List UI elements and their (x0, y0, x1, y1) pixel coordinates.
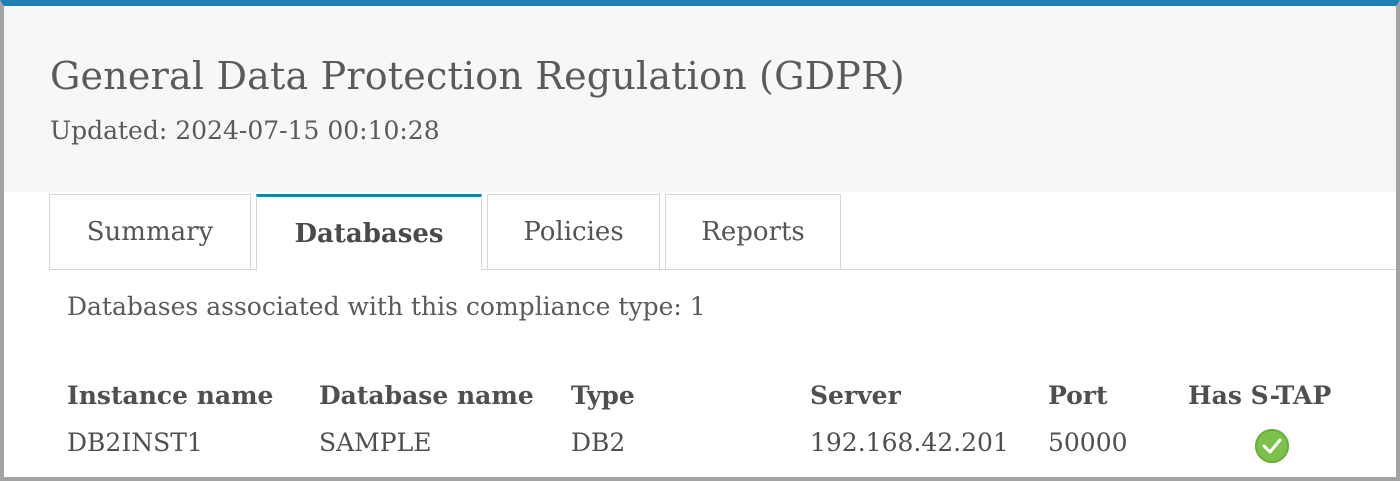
column-header-server[interactable]: Server (810, 381, 901, 410)
updated-timestamp: Updated: 2024-07-15 00:10:28 (50, 116, 440, 145)
cell-type: DB2 (571, 428, 626, 457)
column-header-port[interactable]: Port (1048, 381, 1108, 410)
check-circle-icon (1255, 429, 1289, 463)
app-window: General Data Protection Regulation (GDPR… (0, 0, 1400, 481)
tab-reports[interactable]: Reports (665, 194, 841, 269)
tab-summary[interactable]: Summary (49, 194, 251, 269)
cell-port: 50000 (1048, 428, 1128, 457)
page-title: General Data Protection Regulation (GDPR… (50, 54, 905, 98)
column-header-instance-name[interactable]: Instance name (67, 381, 273, 410)
database-count-text: Databases associated with this complianc… (67, 292, 706, 321)
updated-label: Updated: (50, 116, 168, 145)
cell-server: 192.168.42.201 (810, 428, 1009, 457)
cell-database-name: SAMPLE (319, 428, 432, 457)
cell-instance-name: DB2INST1 (67, 428, 203, 457)
updated-value: 2024-07-15 00:10:28 (175, 116, 440, 145)
tabs-divider (49, 269, 1396, 270)
column-header-has-stap[interactable]: Has S-TAP (1188, 381, 1331, 410)
tab-databases[interactable]: Databases (256, 194, 482, 271)
column-header-type[interactable]: Type (571, 381, 635, 410)
column-header-database-name[interactable]: Database name (319, 381, 534, 410)
tab-policies[interactable]: Policies (487, 194, 660, 269)
page-header: General Data Protection Regulation (GDPR… (4, 6, 1396, 192)
